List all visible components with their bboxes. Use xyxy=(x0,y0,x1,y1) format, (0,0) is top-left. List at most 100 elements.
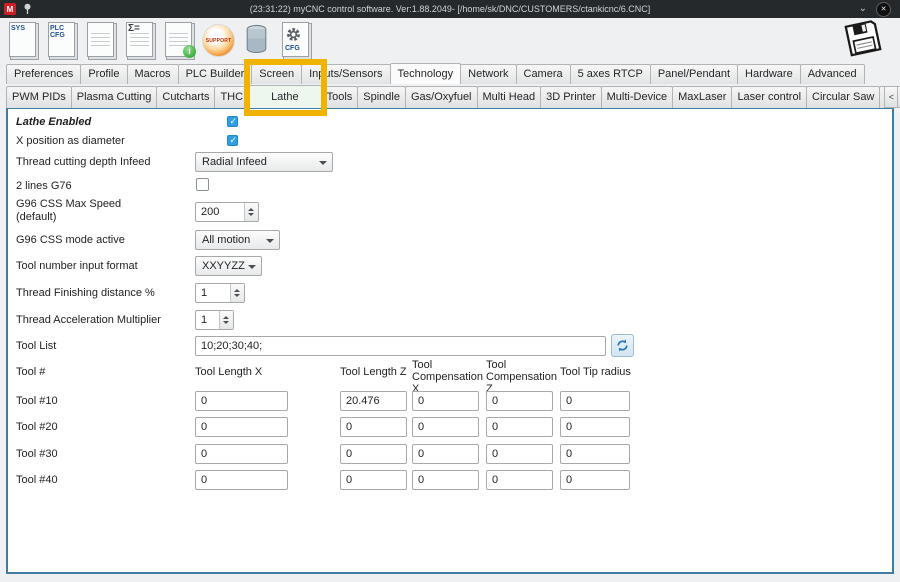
tab-multi-head[interactable]: Multi Head xyxy=(477,86,542,108)
two-lines-g76-checkbox[interactable] xyxy=(196,178,209,191)
support-icon: SUPPORT xyxy=(202,24,235,57)
tool-number-format-select[interactable]: XXYYZZ xyxy=(195,256,262,276)
tab-scroll-controls: < > xyxy=(885,86,900,108)
tab-camera[interactable]: Camera xyxy=(516,64,571,84)
lathe-settings-panel: Lathe Enabled X position as diameter Thr… xyxy=(6,107,894,574)
tab-profile[interactable]: Profile xyxy=(80,64,127,84)
tool-10-comp-z-input[interactable] xyxy=(486,391,553,411)
tool-20-length-z-input[interactable] xyxy=(340,417,407,437)
two-lines-g76-label: 2 lines G76 xyxy=(16,180,72,193)
documents-button[interactable] xyxy=(83,19,119,61)
tab-screen[interactable]: Screen xyxy=(251,64,302,84)
tab-cutcharts[interactable]: Cutcharts xyxy=(156,86,215,108)
thread-accel-spinbox[interactable]: 1 xyxy=(195,310,234,330)
tool-10-label: Tool #10 xyxy=(16,395,58,408)
macro-list-button[interactable]: Σ= xyxy=(122,19,158,61)
sys-label: SYS xyxy=(11,25,31,32)
tab-hardware[interactable]: Hardware xyxy=(737,64,801,84)
tool-list-input[interactable] xyxy=(195,336,606,356)
spin-arrows-icon[interactable] xyxy=(244,203,258,221)
tool-40-tip-radius-input[interactable] xyxy=(560,470,630,490)
g96-max-speed-spinbox[interactable]: 200 xyxy=(195,202,259,222)
sys-settings-button[interactable]: SYS xyxy=(5,19,41,61)
thread-infeed-select[interactable]: Radial Infeed xyxy=(195,152,333,172)
tab-macros[interactable]: Macros xyxy=(127,64,179,84)
thread-finishing-value: 1 xyxy=(196,284,230,302)
tool-10-length-z-input[interactable] xyxy=(340,391,407,411)
tab-advanced[interactable]: Advanced xyxy=(800,64,865,84)
tab-lathe[interactable]: Lathe xyxy=(248,85,322,108)
tool-20-length-x-input[interactable] xyxy=(195,417,288,437)
tab-plasma-cutting[interactable]: Plasma Cutting xyxy=(71,86,158,108)
col-header-tool-comp-x: Tool Compensation X xyxy=(412,359,490,395)
tool-30-comp-x-input[interactable] xyxy=(412,444,479,464)
tab-laser-control[interactable]: Laser control xyxy=(731,86,807,108)
tab-technology[interactable]: Technology xyxy=(390,63,462,84)
floppy-disk-icon xyxy=(844,19,882,57)
tool-40-comp-z-input[interactable] xyxy=(486,470,553,490)
gear-icon xyxy=(286,27,301,47)
tool-40-length-z-input[interactable] xyxy=(340,470,407,490)
tool-10-tip-radius-input[interactable] xyxy=(560,391,630,411)
tool-30-tip-radius-input[interactable] xyxy=(560,444,630,464)
tool-40-comp-x-input[interactable] xyxy=(412,470,479,490)
collapse-icon[interactable]: ⌄ xyxy=(859,4,867,14)
thread-accel-value: 1 xyxy=(196,311,219,329)
tab-tools[interactable]: Tools xyxy=(321,86,359,108)
x-position-as-diameter-checkbox[interactable] xyxy=(227,135,238,146)
tool-list-label: Tool List xyxy=(16,340,56,353)
thread-accel-label: Thread Acceleration Multiplier xyxy=(16,314,161,327)
titlebar: M (23:31:22) myCNC control software. Ver… xyxy=(0,0,900,18)
tab-lathe-label: Lathe xyxy=(271,91,299,103)
tab-panel-pendant[interactable]: Panel/Pendant xyxy=(650,64,738,84)
tab-network[interactable]: Network xyxy=(460,64,516,84)
tab-thc[interactable]: THC xyxy=(214,86,249,108)
tab-spindle[interactable]: Spindle xyxy=(357,86,406,108)
refresh-tool-list-button[interactable] xyxy=(611,334,634,357)
x-position-as-diameter-label: X position as diameter xyxy=(16,135,125,148)
g96-mode-select[interactable]: All motion xyxy=(195,230,280,250)
tool-30-length-x-input[interactable] xyxy=(195,444,288,464)
tool-number-format-label: Tool number input format xyxy=(16,260,138,273)
scroll-left-icon[interactable]: < xyxy=(884,86,898,108)
tab-preferences[interactable]: Preferences xyxy=(6,64,81,84)
g96-max-speed-value: 200 xyxy=(196,203,244,221)
tool-40-length-x-input[interactable] xyxy=(195,470,288,490)
save-button[interactable] xyxy=(844,19,882,57)
tool-30-comp-z-input[interactable] xyxy=(486,444,553,464)
thread-finishing-spinbox[interactable]: 1 xyxy=(195,283,245,303)
plc-config-button[interactable]: PLC CFG xyxy=(44,19,80,61)
sigma-icon: Σ= xyxy=(128,25,148,32)
tab-inputs-sensors[interactable]: Inputs/Sensors xyxy=(301,64,390,84)
tool-20-tip-radius-input[interactable] xyxy=(560,417,630,437)
refresh-icon xyxy=(615,338,630,353)
tool-10-comp-x-input[interactable] xyxy=(412,391,479,411)
tool-30-length-z-input[interactable] xyxy=(340,444,407,464)
lathe-enabled-checkbox[interactable] xyxy=(227,116,238,127)
tab-gas-oxyfuel[interactable]: Gas/Oxyfuel xyxy=(405,86,478,108)
tool-20-comp-z-input[interactable] xyxy=(486,417,553,437)
spin-arrows-icon[interactable] xyxy=(230,284,244,302)
pin-icon[interactable] xyxy=(23,3,32,15)
support-button[interactable]: SUPPORT xyxy=(200,19,236,61)
close-icon[interactable]: ✕ xyxy=(876,2,891,17)
tab-pwm-pids[interactable]: PWM PIDs xyxy=(6,86,72,108)
tab-circular-saw[interactable]: Circular Saw xyxy=(806,86,880,108)
database-button[interactable] xyxy=(239,19,275,61)
col-header-tool-length-x: Tool Length X xyxy=(195,366,262,378)
lathe-enabled-label: Lathe Enabled xyxy=(16,116,91,129)
cfg-editor-button[interactable]: CFG xyxy=(278,19,314,61)
tool-10-length-x-input[interactable] xyxy=(195,391,288,411)
col-header-tool: Tool # xyxy=(16,366,45,378)
info-icon: i xyxy=(183,45,196,58)
spin-arrows-icon[interactable] xyxy=(219,311,233,329)
tab-maxlaser[interactable]: MaxLaser xyxy=(672,86,732,108)
tab-5-axes-rtcp[interactable]: 5 axes RTCP xyxy=(570,64,651,84)
tool-20-comp-x-input[interactable] xyxy=(412,417,479,437)
g96-mode-label: G96 CSS mode active xyxy=(16,234,125,247)
tab-3d-printer[interactable]: 3D Printer xyxy=(540,86,602,108)
tab-plc-builder[interactable]: PLC Builder xyxy=(178,64,253,84)
g96-max-speed-label: G96 CSS Max Speed (default) xyxy=(16,198,136,224)
tab-multi-device[interactable]: Multi-Device xyxy=(601,86,674,108)
info-button[interactable]: i xyxy=(161,19,197,61)
